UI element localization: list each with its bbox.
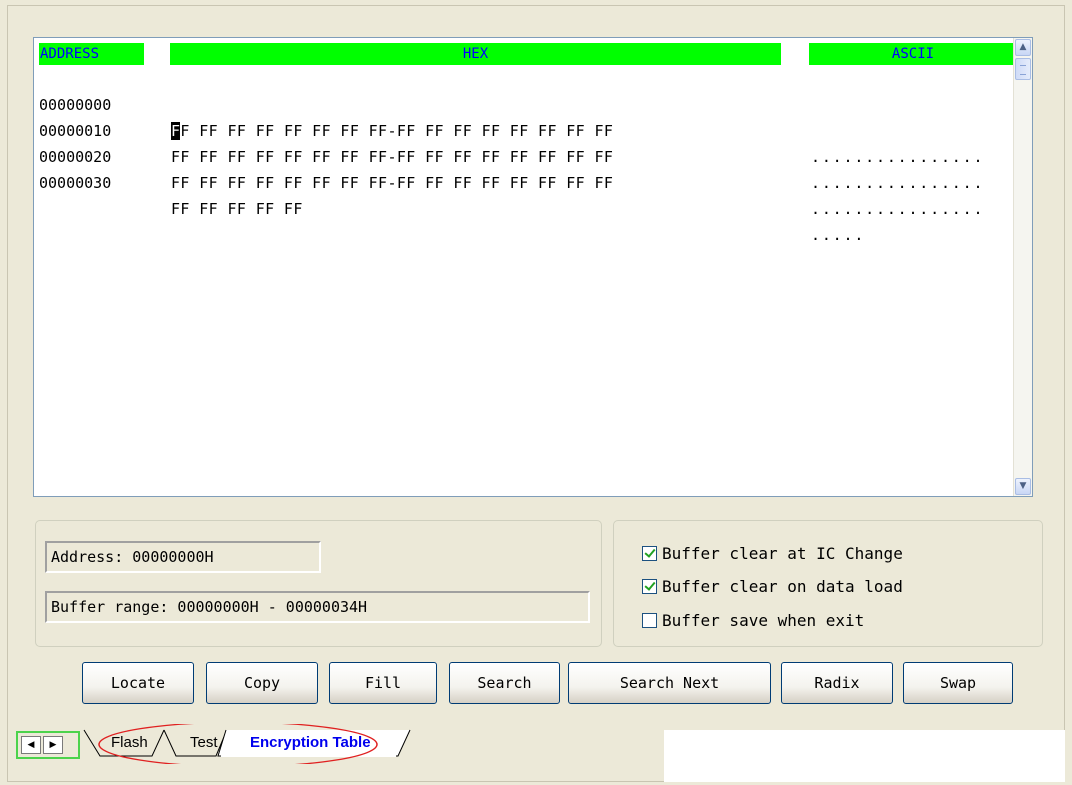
option-clear-at-ic-change[interactable]: Buffer clear at IC Change [642, 541, 903, 565]
row-ascii[interactable]: ................ [811, 144, 984, 170]
swap-button[interactable]: Swap [903, 662, 1013, 704]
tab-next-icon[interactable]: ▶ [43, 736, 63, 754]
ascii-column-header: ASCII [809, 43, 1017, 65]
checkbox-checked-icon[interactable] [642, 578, 657, 594]
checkbox-checked-icon[interactable] [642, 545, 657, 561]
row-address: 00000030 [39, 174, 112, 192]
row-hex-rest: F FF FF FF FF FF FF FF-FF FF FF FF FF FF… [180, 122, 614, 140]
sheet-tab-bar: ◀ ▶ Flash Test Encryption Table [15, 724, 695, 764]
row-hex[interactable]: FF FF FF FF FF [171, 196, 303, 222]
tab-flash[interactable]: Flash [111, 734, 148, 751]
search-next-button[interactable]: Search Next [568, 662, 771, 704]
option-label: Buffer clear at IC Change [662, 543, 903, 563]
hex-row[interactable]: 00000020 FF FF FF FF FF FF FF FF-FF FF F… [34, 118, 982, 218]
hex-row[interactable]: 00000030 FF FF FF FF FF ..... [34, 144, 863, 244]
option-save-when-exit[interactable]: Buffer save when exit [642, 608, 864, 632]
option-label: Buffer save when exit [662, 610, 865, 630]
address-field: Address: 00000000H [45, 541, 321, 573]
hex-row[interactable]: 00000010 FF FF FF FF FF FF FF FF-FF FF F… [34, 92, 982, 192]
row-hex[interactable]: FF FF FF FF FF FF FF FF-FF FF FF FF FF F… [171, 118, 613, 144]
option-label: Buffer clear on data load [662, 576, 903, 596]
hex-row[interactable]: 00000000 FF FF FF FF FF FF FF FF-FF FF F… [34, 66, 982, 166]
fill-button[interactable]: Fill [329, 662, 437, 704]
search-button[interactable]: Search [449, 662, 560, 704]
option-clear-on-data-load[interactable]: Buffer clear on data load [642, 574, 903, 598]
vertical-scrollbar[interactable]: ▲ ▼ [1013, 38, 1032, 496]
blank-panel [664, 730, 1065, 782]
edit-cursor: F [171, 122, 181, 140]
row-hex[interactable]: FF FF FF FF FF FF FF FF-FF FF FF FF FF F… [171, 170, 613, 196]
scroll-up-arrow-icon[interactable]: ▲ [1015, 39, 1031, 56]
tab-prev-icon[interactable]: ◀ [21, 736, 41, 754]
buffer-range-field: Buffer range: 00000000H - 00000034H [45, 591, 590, 623]
buffer-info-group [35, 520, 602, 647]
scroll-down-arrow-icon[interactable]: ▼ [1015, 478, 1031, 495]
hex-rows: 00000000 FF FF FF FF FF FF FF FF-FF FF F… [34, 66, 982, 244]
tab-encryption-table[interactable]: Encryption Table [250, 734, 371, 751]
address-column-header: ADDRESS [39, 43, 144, 65]
row-ascii[interactable]: ................ [811, 196, 984, 222]
tab-test[interactable]: Test [190, 734, 218, 751]
hex-column-header: HEX [170, 43, 781, 65]
copy-button[interactable]: Copy [206, 662, 318, 704]
scroll-thumb[interactable] [1015, 58, 1031, 80]
row-hex[interactable]: FF FF FF FF FF FF FF FF-FF FF FF FF FF F… [171, 144, 613, 170]
radix-button[interactable]: Radix [781, 662, 893, 704]
row-ascii[interactable]: ................ [811, 170, 984, 196]
row-ascii[interactable]: ..... [811, 222, 865, 248]
hex-editor[interactable]: ADDRESS HEX ASCII 00000000 FF FF FF FF F… [33, 37, 1033, 497]
checkbox-unchecked-icon[interactable] [642, 612, 657, 628]
locate-button[interactable]: Locate [82, 662, 194, 704]
tab-nav-group: ◀ ▶ [16, 731, 80, 759]
